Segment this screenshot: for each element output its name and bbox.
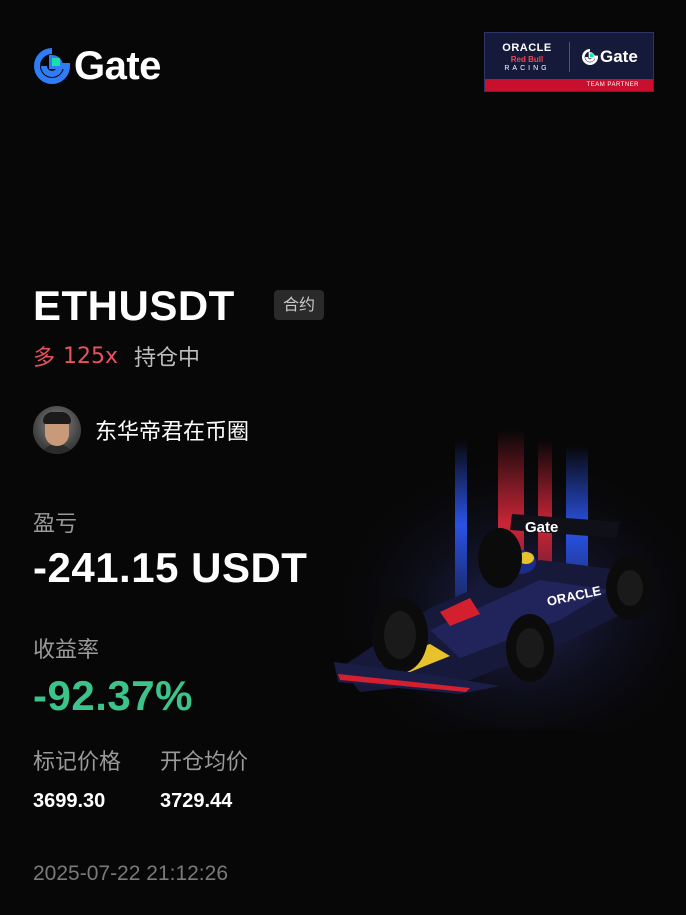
race-car-illustration: Gate ORACLE	[320, 430, 686, 730]
svg-text:Gate: Gate	[525, 519, 558, 536]
gate-logo: Gate	[34, 46, 161, 86]
roi-label: 收益率	[33, 638, 100, 663]
redbull-wordmark: Red Bull	[510, 55, 544, 64]
mark-price-label: 标记价格	[33, 750, 122, 775]
pnl-value: -241.15 USDT	[33, 544, 308, 591]
mark-price-value: 3699.30	[33, 790, 106, 812]
entry-price-value: 3729.44	[160, 790, 233, 812]
position-info: 多 125x 持仓中	[33, 340, 200, 372]
contract-tag: 合约	[274, 290, 325, 320]
leverage: 125x	[63, 343, 119, 369]
team-partner-badge: ORACLE Red Bull RACING Gate TEAM PARTNER	[484, 32, 654, 92]
entry-price: 开仓均价 3729.44	[160, 744, 248, 813]
username: 东华帝君在币圈	[95, 420, 250, 445]
gate-small-logo-icon	[582, 49, 598, 65]
pnl-label: 盈亏	[33, 512, 78, 537]
gate-logo-text: Gate	[74, 44, 161, 88]
oracle-wordmark: ORACLE	[502, 42, 552, 54]
avatar	[33, 406, 81, 454]
position-status: 持仓中	[134, 346, 201, 371]
user-info: 东华帝君在币圈	[33, 406, 249, 454]
trading-pair: ETHUSDT	[33, 282, 235, 329]
timestamp: 2025-07-22 21:12:26	[33, 862, 228, 885]
racing-wordmark: RACING	[504, 65, 550, 72]
position-direction: 多	[33, 346, 56, 371]
entry-price-label: 开仓均价	[160, 750, 249, 775]
gate-logo-icon	[34, 48, 70, 84]
mark-price: 标记价格 3699.30	[33, 744, 121, 813]
gate-small-text: Gate	[600, 47, 638, 66]
roi-value: -92.37%	[33, 672, 193, 719]
team-partner-label: TEAM PARTNER	[485, 79, 653, 91]
